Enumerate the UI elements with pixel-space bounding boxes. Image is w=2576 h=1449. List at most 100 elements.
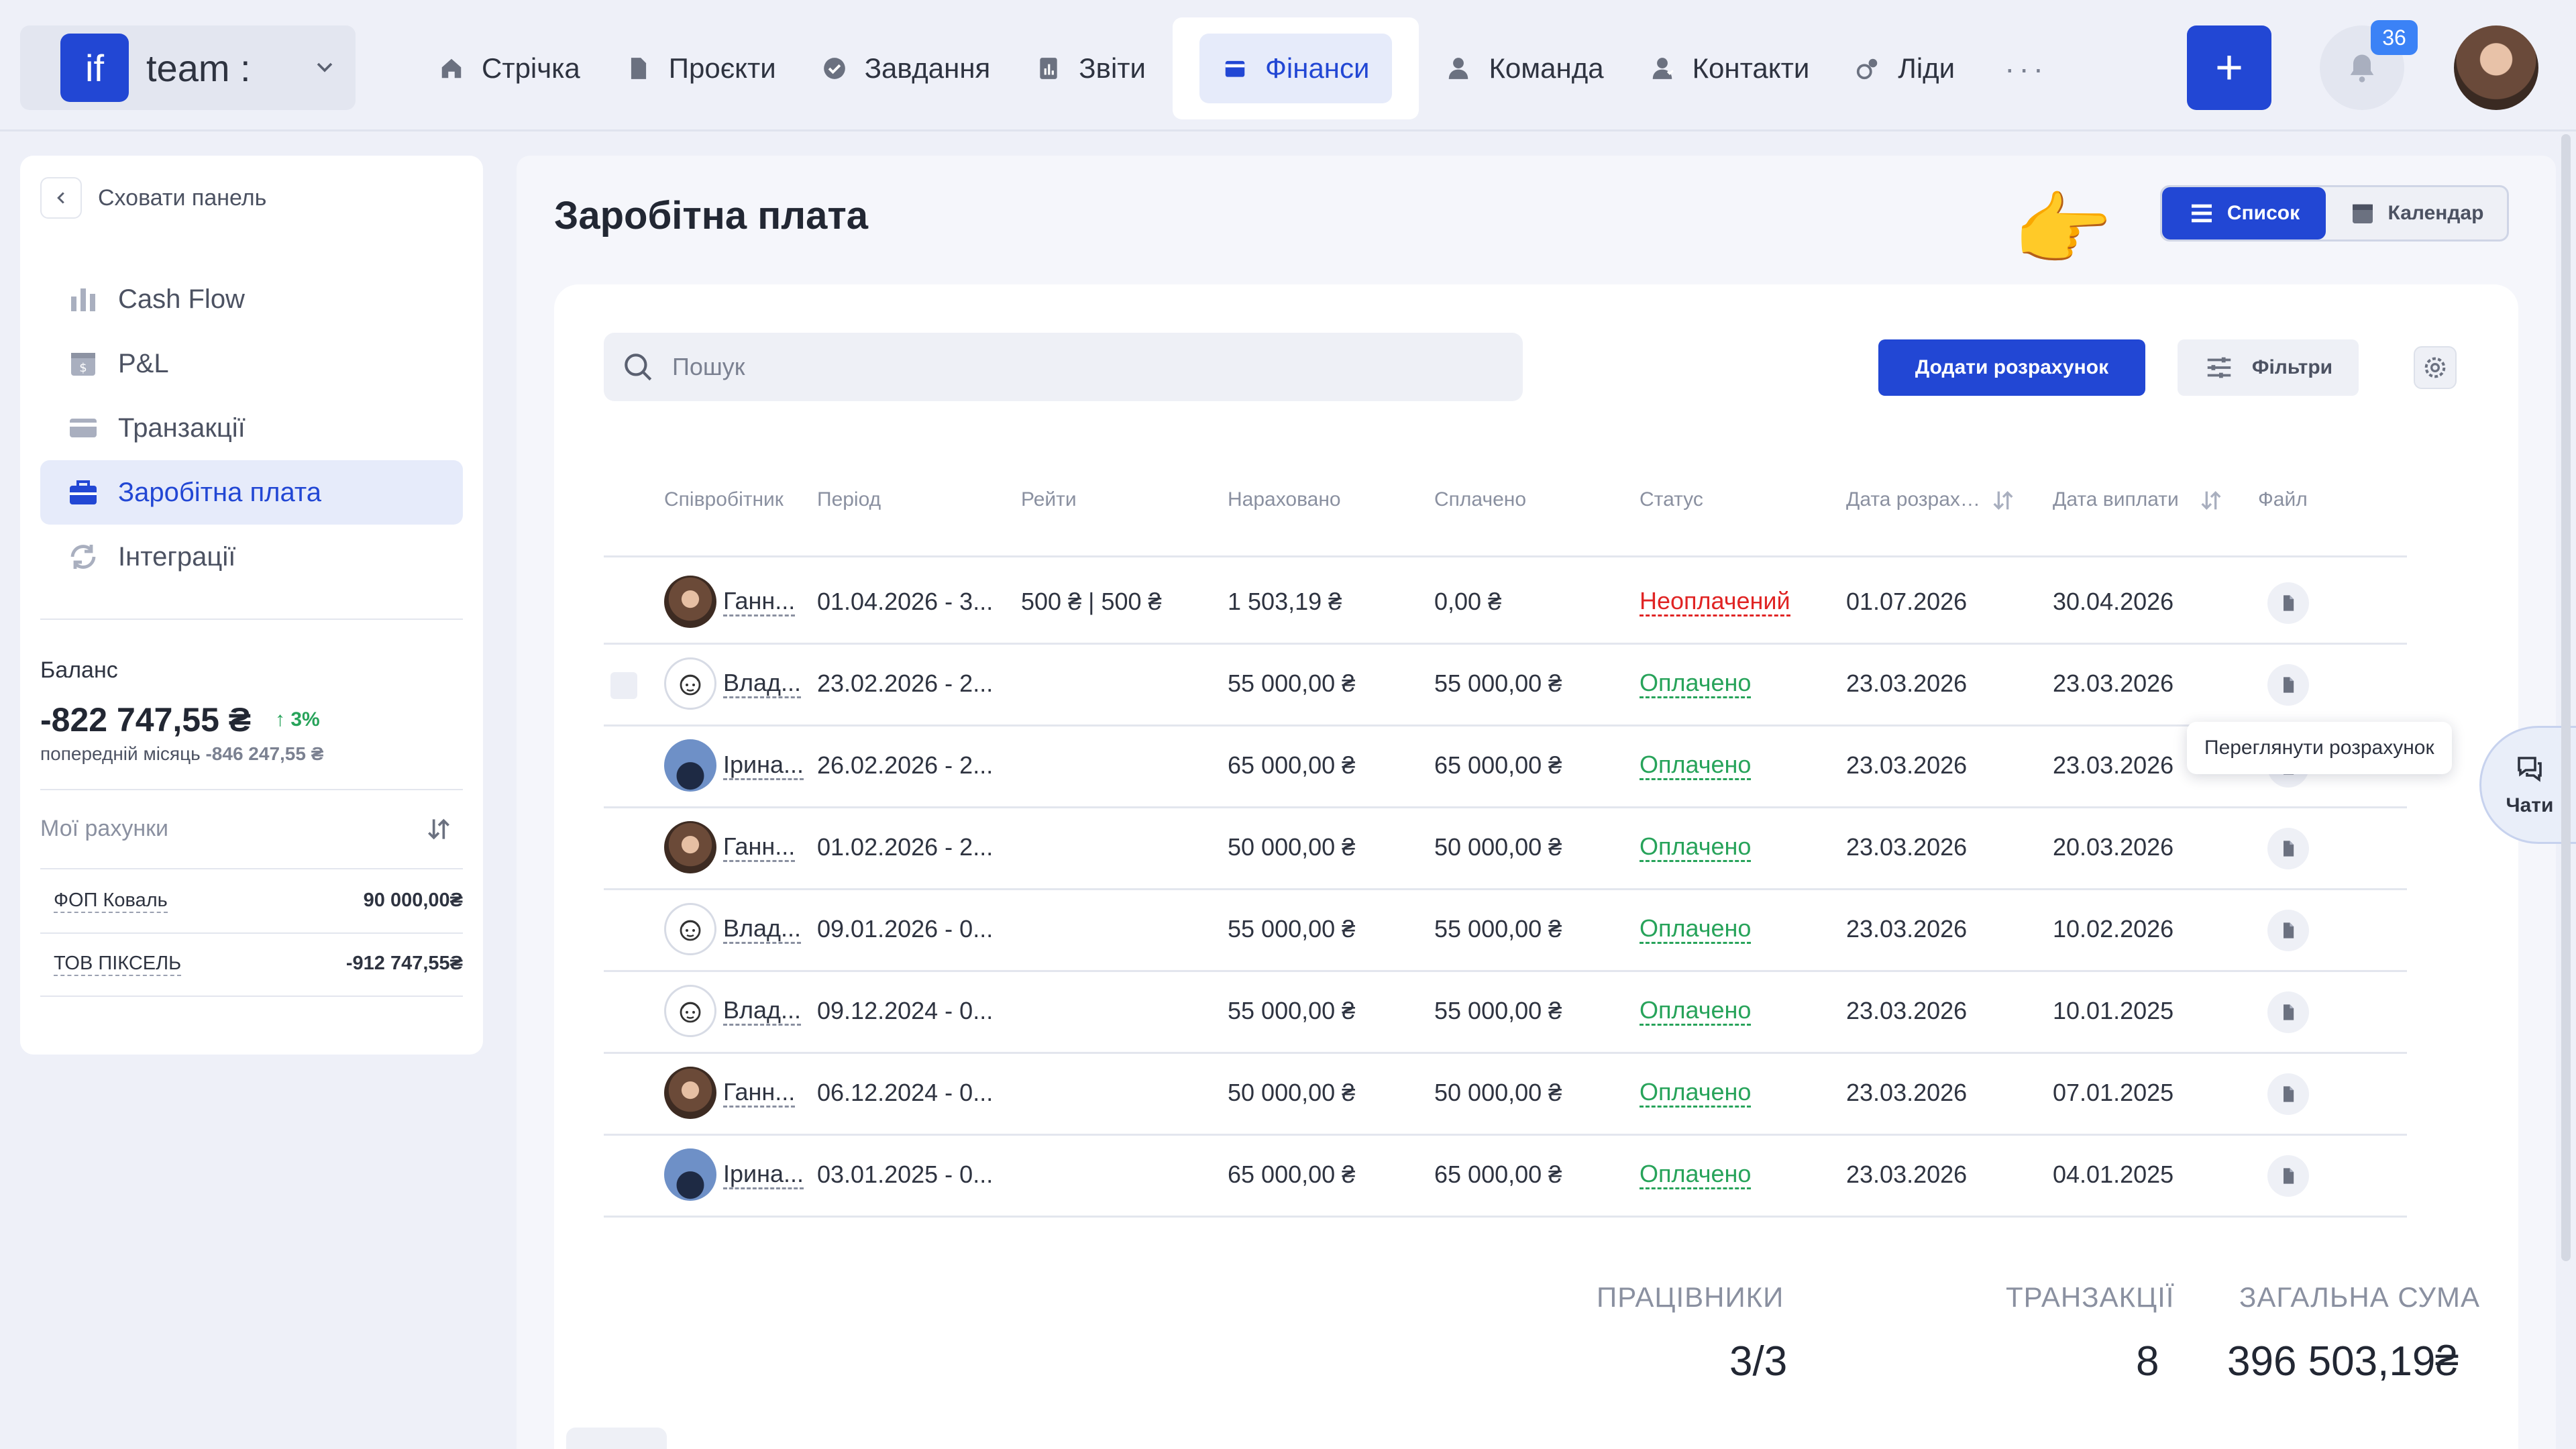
team-switcher[interactable]: if team : bbox=[20, 25, 356, 110]
view-calculation-button[interactable] bbox=[2267, 582, 2309, 624]
employee-avatar bbox=[664, 1148, 716, 1201]
employee-name-link[interactable]: Влад... bbox=[723, 997, 802, 1026]
sidebar-item-cash-flow[interactable]: Cash Flow bbox=[40, 267, 463, 331]
status-badge[interactable]: Оплачено bbox=[1640, 669, 1752, 698]
nav-item-label: Завдання bbox=[864, 52, 991, 84]
nav-item-feed[interactable]: Стрічка bbox=[416, 34, 603, 103]
table-row[interactable]: Влад... 09.01.2026 - 0... 55 000,00 ₴ 55 00… bbox=[604, 890, 2407, 970]
sidebar-item-pnl[interactable]: $ P&L bbox=[40, 331, 463, 396]
account-row[interactable]: ТОВ ПІКСЕЛЬ -912 747,55₴ bbox=[54, 953, 463, 976]
column-calc-date[interactable]: Дата розрахунку bbox=[1846, 488, 1987, 511]
row-checkbox[interactable] bbox=[610, 672, 637, 699]
employee-name-link[interactable]: Ірина... bbox=[723, 1161, 804, 1189]
table-row[interactable]: Ірина... 26.02.2026 - 2... 65 000,00 ₴ 65 0… bbox=[604, 726, 2407, 806]
table-row[interactable]: Ганн... 01.02.2026 - 2... 50 000,00 ₴ 50 00… bbox=[604, 808, 2407, 888]
salary-card: Пошук Додати розрахунок Фільтри Співробі… bbox=[554, 284, 2518, 1449]
calendar-view-button[interactable]: Календар bbox=[2326, 187, 2507, 239]
paid-cell: 0,00 ₴ bbox=[1434, 588, 1502, 615]
pay-date-cell: 04.01.2025 bbox=[2053, 1161, 2174, 1188]
column-employee[interactable]: Співробітник bbox=[664, 488, 784, 511]
sidebar-item-label: Інтеграції bbox=[118, 541, 236, 572]
column-rates[interactable]: Рейти bbox=[1021, 488, 1077, 511]
sort-icon[interactable] bbox=[2198, 487, 2224, 514]
search-input[interactable]: Пошук bbox=[604, 333, 1523, 401]
status-badge[interactable]: Оплачено bbox=[1640, 997, 1752, 1026]
table-row[interactable]: Ірина... 03.01.2025 - 0... 65 000,00 ₴ 65 0… bbox=[604, 1135, 2407, 1216]
calc-date-cell: 23.03.2026 bbox=[1846, 669, 1968, 697]
divider bbox=[40, 619, 463, 620]
column-paid[interactable]: Сплачено bbox=[1434, 488, 1526, 511]
accrued-cell: 55 000,00 ₴ bbox=[1228, 669, 1356, 697]
notification-badge: 36 bbox=[2371, 20, 2418, 55]
nav-item-finances[interactable]: Фінанси bbox=[1199, 34, 1393, 103]
status-badge[interactable]: Оплачено bbox=[1640, 751, 1752, 780]
pay-date-cell: 20.03.2026 bbox=[2053, 833, 2174, 861]
status-badge[interactable]: Оплачено bbox=[1640, 833, 1752, 862]
table-row[interactable]: Влад... 09.12.2024 - 0... 55 000,00 ₴ 55 00… bbox=[604, 971, 2407, 1052]
nav-item-tasks[interactable]: Завдання bbox=[799, 34, 1014, 103]
nav-item-projects[interactable]: Проєкти bbox=[603, 34, 799, 103]
sidebar-item-salary[interactable]: Заробітна плата bbox=[40, 460, 463, 525]
view-calculation-button[interactable] bbox=[2267, 664, 2309, 706]
sort-icon[interactable] bbox=[424, 814, 453, 844]
table-settings-button[interactable] bbox=[2414, 346, 2457, 389]
calc-date-cell: 23.03.2026 bbox=[1846, 751, 1968, 779]
hide-panel-label: Сховати панель bbox=[98, 184, 267, 211]
nav-item-contacts[interactable]: Контакти bbox=[1627, 34, 1833, 103]
table-row[interactable]: Влад... 23.02.2026 - 2... 55 000,00 ₴ 55 00… bbox=[604, 644, 2407, 724]
nav-item-leads[interactable]: Ліди bbox=[1832, 34, 1978, 103]
status-badge[interactable]: Оплачено bbox=[1640, 1161, 1752, 1189]
gear-icon bbox=[2424, 357, 2446, 378]
employee-name-link[interactable]: Влад... bbox=[723, 915, 802, 944]
sidebar-item-integrations[interactable]: Інтеграції bbox=[40, 525, 463, 589]
status-badge[interactable]: Оплачено bbox=[1640, 915, 1752, 944]
nav-item-label: Стрічка bbox=[482, 52, 580, 84]
view-calculation-button[interactable] bbox=[2267, 828, 2309, 869]
nav-item-reports[interactable]: Звіти bbox=[1013, 34, 1169, 103]
page-scrollbar[interactable] bbox=[2561, 134, 2571, 1261]
nav-more-button[interactable]: ··· bbox=[2004, 50, 2047, 87]
top-navigation: if team : Стрічка Проєкти Завдання Звіти… bbox=[0, 0, 2576, 131]
table-row[interactable]: Ганн... 06.12.2024 - 0... 50 000,00 ₴ 50 00… bbox=[604, 1053, 2407, 1134]
employee-name-link[interactable]: Ганн... bbox=[723, 588, 796, 616]
view-calculation-button[interactable] bbox=[2267, 1073, 2309, 1115]
filters-button[interactable]: Фільтри bbox=[2178, 339, 2359, 396]
period-cell: 06.12.2024 - 0... bbox=[817, 1079, 994, 1106]
status-badge[interactable]: Неоплачений bbox=[1640, 588, 1790, 616]
column-period[interactable]: Період bbox=[817, 488, 881, 511]
calendar-dollar-icon: $ bbox=[71, 353, 95, 376]
add-calculation-button[interactable]: Додати розрахунок bbox=[1878, 339, 2145, 396]
table-divider bbox=[604, 555, 2407, 557]
employee-name-link[interactable]: Ганн... bbox=[723, 833, 796, 862]
list-view-button[interactable]: Список bbox=[2162, 187, 2326, 239]
view-calculation-button[interactable] bbox=[2267, 1155, 2309, 1197]
sort-icon[interactable] bbox=[1990, 487, 2017, 514]
account-row[interactable]: ФОП Коваль 90 000,00₴ bbox=[54, 890, 463, 913]
period-cell: 23.02.2026 - 2... bbox=[817, 669, 994, 697]
hide-panel-button[interactable]: Сховати панель bbox=[40, 177, 266, 219]
sidebar-item-transactions[interactable]: Транзакції bbox=[40, 396, 463, 460]
paid-cell: 65 000,00 ₴ bbox=[1434, 751, 1562, 779]
briefcase-icon bbox=[70, 480, 97, 504]
view-calculation-button[interactable] bbox=[2267, 910, 2309, 951]
employee-avatar bbox=[664, 985, 716, 1037]
nav-item-team[interactable]: Команда bbox=[1423, 34, 1626, 103]
column-pay-date[interactable]: Дата виплати bbox=[2053, 488, 2179, 511]
home-icon bbox=[441, 58, 462, 78]
sliders-icon bbox=[2207, 357, 2231, 378]
calc-date-cell: 23.03.2026 bbox=[1846, 833, 1968, 861]
pagination[interactable] bbox=[566, 1428, 667, 1449]
main-content: Заробітна плата 👉 Список Календар Пошук … bbox=[517, 156, 2556, 1449]
create-button[interactable]: + bbox=[2187, 25, 2271, 110]
column-accrued[interactable]: Нараховано bbox=[1228, 488, 1341, 511]
pay-date-cell: 30.04.2026 bbox=[2053, 588, 2174, 615]
user-avatar[interactable] bbox=[2454, 25, 2538, 110]
employee-name-link[interactable]: Ірина... bbox=[723, 751, 804, 780]
employee-name-link[interactable]: Ганн... bbox=[723, 1079, 796, 1108]
table-row[interactable]: Ганн... 01.04.2026 - 3... 500 ₴ | 500 ₴ 1 5… bbox=[604, 562, 2407, 643]
employee-name-link[interactable]: Влад... bbox=[723, 669, 802, 698]
column-status[interactable]: Статус bbox=[1640, 488, 1703, 511]
status-badge[interactable]: Оплачено bbox=[1640, 1079, 1752, 1108]
view-calculation-button[interactable] bbox=[2267, 991, 2309, 1033]
svg-text:$: $ bbox=[79, 361, 87, 375]
